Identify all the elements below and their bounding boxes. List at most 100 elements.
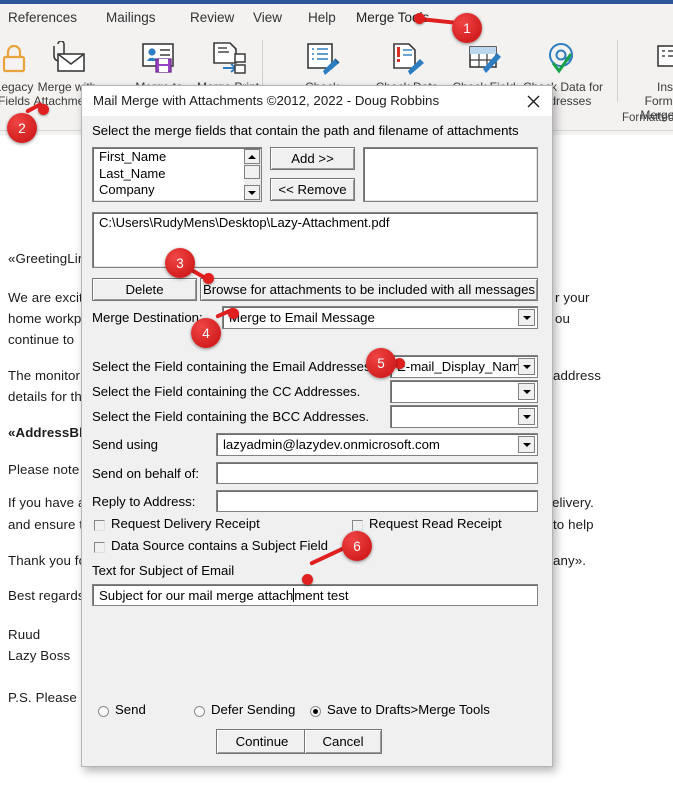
cc-field-combobox[interactable]: [390, 380, 538, 403]
request-read-receipt-checkbox[interactable]: [352, 520, 363, 531]
callout-marker-2: 2: [7, 113, 37, 143]
doc-text-line: any».: [553, 553, 587, 568]
email-field-value: E-mail_Display_Name: [397, 359, 528, 374]
dialog-body: Select the merge fields that contain the…: [82, 116, 552, 766]
ribbon-group-label: Formatted Merge Fields: [622, 112, 673, 124]
callout-marker-6: 6: [342, 531, 372, 561]
radio-save-to-drafts[interactable]: [310, 706, 321, 717]
chevron-down-icon[interactable]: [518, 436, 535, 453]
doc-text-line: ou: [555, 311, 570, 326]
email-field-label: Select the Field containing the Email Ad…: [92, 359, 375, 374]
callout-marker-3: 3: [165, 248, 195, 278]
callout-dot-4: [228, 308, 239, 319]
doc-text-line: address: [553, 368, 602, 383]
callout-marker-4: 4: [191, 318, 221, 348]
doc-text-line: Thank you fo: [8, 553, 87, 568]
list-item[interactable]: Company: [93, 182, 261, 199]
attachment-path-listbox[interactable]: C:\Users\RudyMens\Desktop\Lazy-Attachmen…: [92, 212, 538, 268]
callout-dot-2: [38, 104, 49, 115]
attachment-path-item[interactable]: C:\Users\RudyMens\Desktop\Lazy-Attachmen…: [93, 215, 537, 232]
subject-input[interactable]: Subject for our mail merge attach ment te…: [92, 584, 538, 606]
continue-button[interactable]: Continue: [216, 729, 308, 754]
scrollbar-thumb[interactable]: [244, 165, 260, 179]
doc-text-line: «AddressBlo: [8, 425, 92, 440]
radio-defer-sending[interactable]: [194, 706, 205, 717]
doc-text-line: details for th: [8, 389, 82, 404]
insert-field-icon: [630, 36, 673, 80]
radio-selected-dot: [313, 709, 318, 714]
subject-value-tail: ment test: [294, 587, 349, 603]
checklist-pen-icon: [287, 36, 357, 80]
ribbon-separator: [617, 40, 618, 102]
doc-text-line: Ruud: [8, 627, 41, 642]
subject-value: Subject for our mail merge attach: [99, 587, 294, 603]
listbox-scrollbar[interactable]: [244, 149, 260, 200]
tab-help[interactable]: Help: [308, 6, 336, 30]
tab-label: View: [253, 10, 283, 25]
chevron-down-icon[interactable]: [518, 358, 535, 375]
tab-label: Help: [308, 10, 336, 25]
tab-label: Review: [190, 10, 235, 25]
cc-field-label: Select the Field containing the CC Addre…: [92, 384, 361, 399]
reply-to-input[interactable]: [216, 490, 538, 512]
doc-text-line: Best regards: [8, 588, 85, 603]
scroll-up-arrow-icon[interactable]: [244, 149, 260, 164]
paperclip-envelope-icon: [23, 36, 111, 80]
ribbon-tab-strip: References Mailings Review View Help Mer…: [0, 4, 673, 34]
chevron-down-icon[interactable]: [518, 309, 535, 326]
list-item[interactable]: Last_Name: [93, 166, 261, 183]
data-source-subject-checkbox[interactable]: [94, 542, 105, 553]
doc-text-line: r your: [555, 290, 590, 305]
send-on-behalf-label: Send on behalf of:: [92, 466, 200, 481]
doc-text-line: Please note: [8, 462, 80, 477]
merge-destination-combobox[interactable]: Merge to Email Message: [222, 306, 538, 329]
radio-send-label: Send: [115, 702, 146, 717]
tab-view[interactable]: View: [253, 6, 282, 30]
request-delivery-receipt-label: Request Delivery Receipt: [111, 516, 260, 531]
doc-text-line: and ensure t: [8, 517, 84, 532]
tab-references[interactable]: References: [8, 6, 77, 30]
request-delivery-receipt-checkbox[interactable]: [94, 520, 105, 531]
document-print-icon: [186, 36, 270, 80]
send-on-behalf-input[interactable]: [216, 462, 538, 484]
dialog-title-bar: Mail Merge with Attachments ©2012, 2022 …: [82, 86, 552, 116]
scroll-down-arrow-icon[interactable]: [244, 185, 260, 200]
doc-text-line: The monitor: [8, 368, 81, 383]
data-source-subject-label: Data Source contains a Subject Field: [111, 538, 328, 553]
alert-document-pen-icon: [365, 36, 449, 80]
ribbon-button-insert-formatted-merge-field[interactable]: Insert Formatted Merge Field: [630, 36, 673, 122]
tab-label: References: [8, 10, 78, 25]
remove-field-button[interactable]: << Remove: [270, 178, 355, 201]
mail-merge-dialog: Mail Merge with Attachments ©2012, 2022 …: [81, 85, 553, 767]
send-using-combobox[interactable]: lazyadmin@lazydev.onmicrosoft.com: [216, 433, 538, 456]
doc-text-line: home workpla: [8, 311, 92, 326]
doc-text-line: If you have a: [8, 495, 86, 510]
dialog-title: Mail Merge with Attachments ©2012, 2022 …: [93, 93, 440, 108]
browse-attachments-button[interactable]: Browse for attachments to be included wi…: [200, 278, 538, 301]
radio-send[interactable]: [98, 706, 109, 717]
tab-mailings[interactable]: Mailings: [106, 6, 156, 30]
callout-marker-5: 5: [366, 348, 396, 378]
merge-fields-instruction: Select the merge fields that contain the…: [92, 123, 519, 138]
email-field-combobox[interactable]: E-mail_Display_Name: [390, 355, 538, 378]
available-merge-fields-listbox[interactable]: First_Name Last_Name Company: [92, 147, 262, 202]
request-read-receipt-label: Request Read Receipt: [369, 516, 502, 531]
radio-save-to-drafts-label: Save to Drafts>Merge Tools: [327, 702, 490, 717]
selected-merge-fields-listbox[interactable]: [363, 147, 538, 202]
bcc-field-combobox[interactable]: [390, 405, 538, 428]
chevron-down-icon[interactable]: [518, 408, 535, 425]
send-using-value: lazyadmin@lazydev.onmicrosoft.com: [223, 437, 440, 452]
close-icon[interactable]: [520, 90, 546, 112]
cancel-button[interactable]: Cancel: [304, 729, 382, 754]
merge-destination-label: Merge Destination:: [92, 310, 203, 325]
delete-attachment-button[interactable]: Delete: [92, 278, 197, 301]
tab-review[interactable]: Review: [190, 6, 234, 30]
chevron-down-icon[interactable]: [518, 383, 535, 400]
doc-text-line: Lazy Boss: [8, 648, 71, 663]
tab-label: Mailings: [106, 10, 156, 25]
add-field-button[interactable]: Add >>: [270, 147, 355, 170]
reply-to-label: Reply to Address:: [92, 494, 196, 509]
list-item[interactable]: First_Name: [93, 149, 261, 166]
subject-text-label: Text for Subject of Email: [92, 563, 235, 578]
doc-text-line: continue to: [8, 332, 75, 347]
